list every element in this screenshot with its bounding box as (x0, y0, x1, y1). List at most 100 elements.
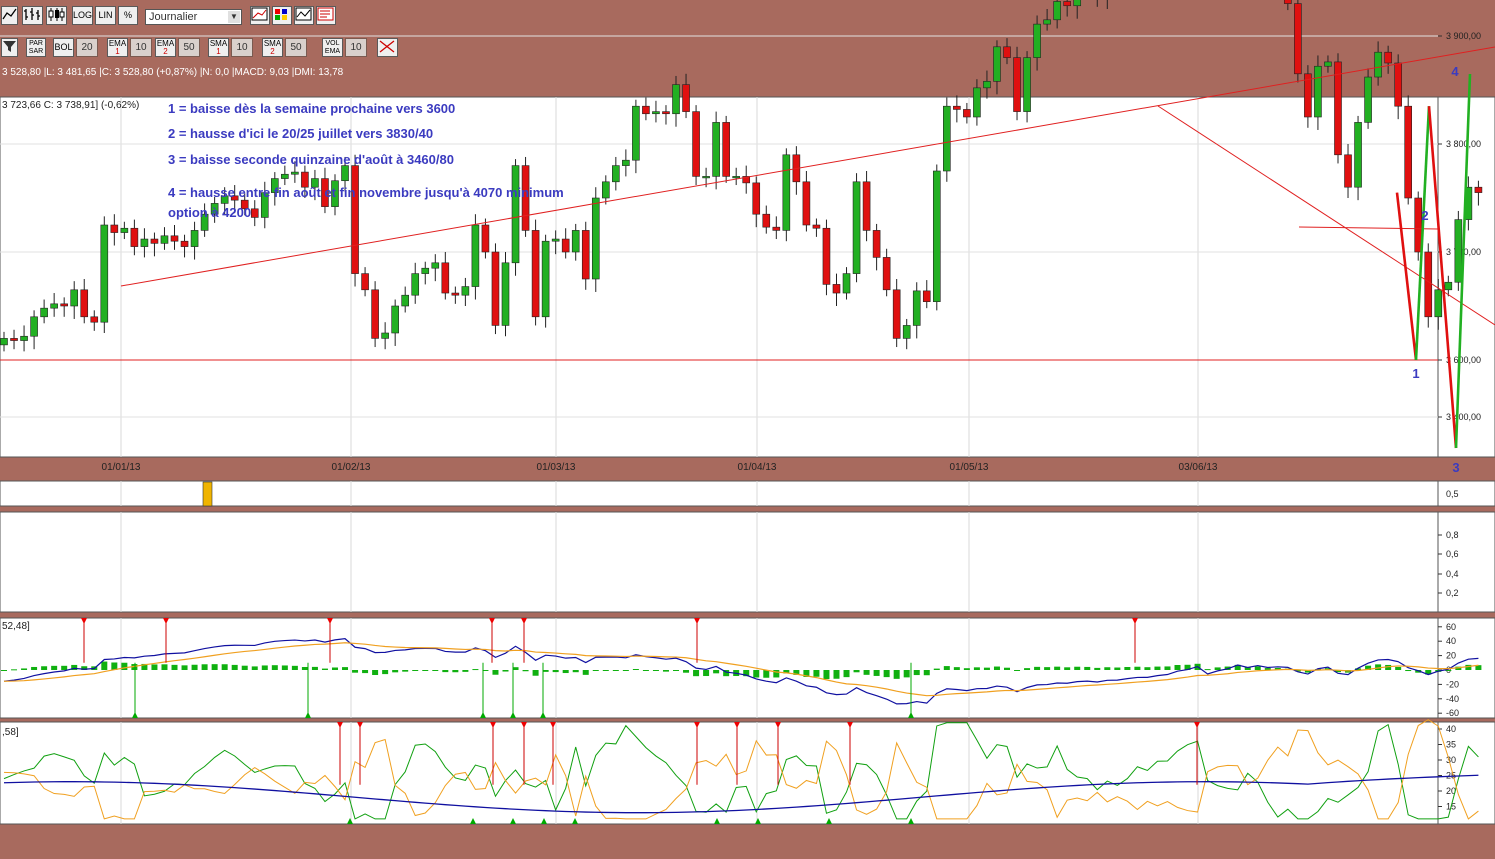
macd-histogram-bar (181, 665, 188, 670)
candle (60, 303, 68, 307)
candle (1344, 154, 1352, 188)
macd-histogram-bar (532, 670, 539, 676)
price-header: 3 723,66 C: 3 738,91] (-0,62%) (2, 100, 139, 111)
candle (1384, 51, 1392, 64)
candle (50, 303, 58, 309)
macd-histogram-bar (913, 670, 920, 676)
candle (1013, 57, 1021, 112)
macd-histogram-bar (472, 669, 479, 671)
candle (1043, 19, 1051, 25)
candle (922, 290, 931, 302)
candle (180, 240, 189, 247)
candle (591, 197, 600, 280)
candle (20, 335, 28, 341)
candle (612, 165, 620, 183)
y-tick-label: 40 (1446, 636, 1456, 646)
macd-histogram-bar (342, 667, 349, 670)
candle (932, 170, 941, 302)
candle (1364, 76, 1372, 123)
macd-histogram-bar (321, 668, 328, 670)
bottom-bar (0, 834, 1495, 859)
candle (832, 284, 841, 294)
panel-1 (0, 480, 1439, 507)
macd-histogram-bar (31, 666, 38, 670)
macd-histogram-bar (502, 670, 509, 672)
macd-histogram-bar (1114, 667, 1121, 670)
candle (692, 111, 700, 177)
macd-histogram-bar (652, 670, 659, 671)
y-tick-label: 40 (1446, 724, 1456, 734)
macd-histogram-bar (161, 664, 168, 670)
macd-histogram-bar (963, 668, 970, 670)
candle (250, 208, 259, 218)
candle (90, 316, 99, 323)
candle (732, 176, 740, 179)
candle (782, 154, 791, 231)
candle (381, 332, 389, 339)
candle (1294, 3, 1302, 75)
macd-histogram-bar (1044, 667, 1051, 670)
macd-histogram-bar (1014, 670, 1021, 671)
y-tick-label: 20 (1446, 651, 1456, 661)
candle (953, 105, 961, 110)
panel-4 (0, 721, 1439, 825)
candle (1324, 61, 1332, 67)
macd-histogram-bar (923, 670, 930, 676)
candle (491, 251, 500, 326)
candle (80, 289, 89, 318)
candle (581, 230, 590, 280)
candle (130, 227, 139, 247)
x-tick-label: 01/02/13 (332, 462, 371, 473)
candle (1474, 186, 1483, 193)
scenario-marker-3: 3 (1452, 460, 1459, 475)
candle (1394, 62, 1402, 107)
candle (351, 165, 359, 274)
macd-histogram-bar (121, 662, 128, 670)
macd-histogram-bar (853, 670, 860, 673)
y-tick-label: 0,4 (1446, 569, 1459, 579)
macd-histogram-bar (1214, 667, 1221, 670)
candle (451, 292, 460, 296)
macd-histogram-bar (1164, 666, 1171, 670)
macd-histogram-bar (1034, 666, 1041, 670)
macd-histogram-bar (61, 665, 68, 670)
x-tick-label: 01/01/13 (102, 462, 141, 473)
macd-histogram-bar (522, 670, 529, 672)
macd-histogram-bar (1144, 667, 1151, 670)
candle (140, 238, 149, 247)
macd-histogram-bar (101, 661, 108, 670)
macd-histogram-bar (1174, 665, 1181, 670)
macd-histogram-bar (713, 670, 720, 674)
macd-histogram-bar (893, 670, 900, 679)
candle (1354, 122, 1362, 188)
candle (672, 84, 680, 115)
macd-histogram-bar (382, 670, 389, 675)
macd-histogram-bar (191, 664, 198, 670)
macd-histogram-bar (903, 670, 910, 678)
candle (461, 286, 470, 296)
candle (421, 267, 430, 274)
x-tick-label: 01/04/13 (738, 462, 777, 473)
scenario-marker-4: 4 (1451, 64, 1459, 79)
candle (1404, 105, 1412, 199)
candle (1003, 46, 1011, 58)
candle (281, 173, 289, 179)
macd-histogram-bar (41, 666, 48, 670)
macd-histogram-bar (1074, 666, 1081, 670)
annotation-text: 2 = hausse d'ici le 20/25 juillet vers 3… (168, 126, 433, 141)
macd-histogram-bar (1094, 667, 1101, 670)
macd-histogram-bar (241, 665, 248, 670)
macd-histogram-bar (311, 666, 318, 670)
candle (541, 240, 550, 318)
macd-histogram-bar (1254, 666, 1261, 670)
y-tick-label: 0,8 (1446, 530, 1459, 540)
candle (30, 316, 38, 337)
macd-histogram-bar (372, 670, 379, 676)
candle (1444, 281, 1453, 291)
macd-histogram-bar (412, 670, 419, 671)
macd-histogram-bar (1395, 666, 1402, 670)
candle (40, 307, 48, 318)
candle (902, 325, 911, 339)
scenario-marker-1: 1 (1412, 366, 1419, 381)
macd-histogram-bar (271, 665, 278, 670)
